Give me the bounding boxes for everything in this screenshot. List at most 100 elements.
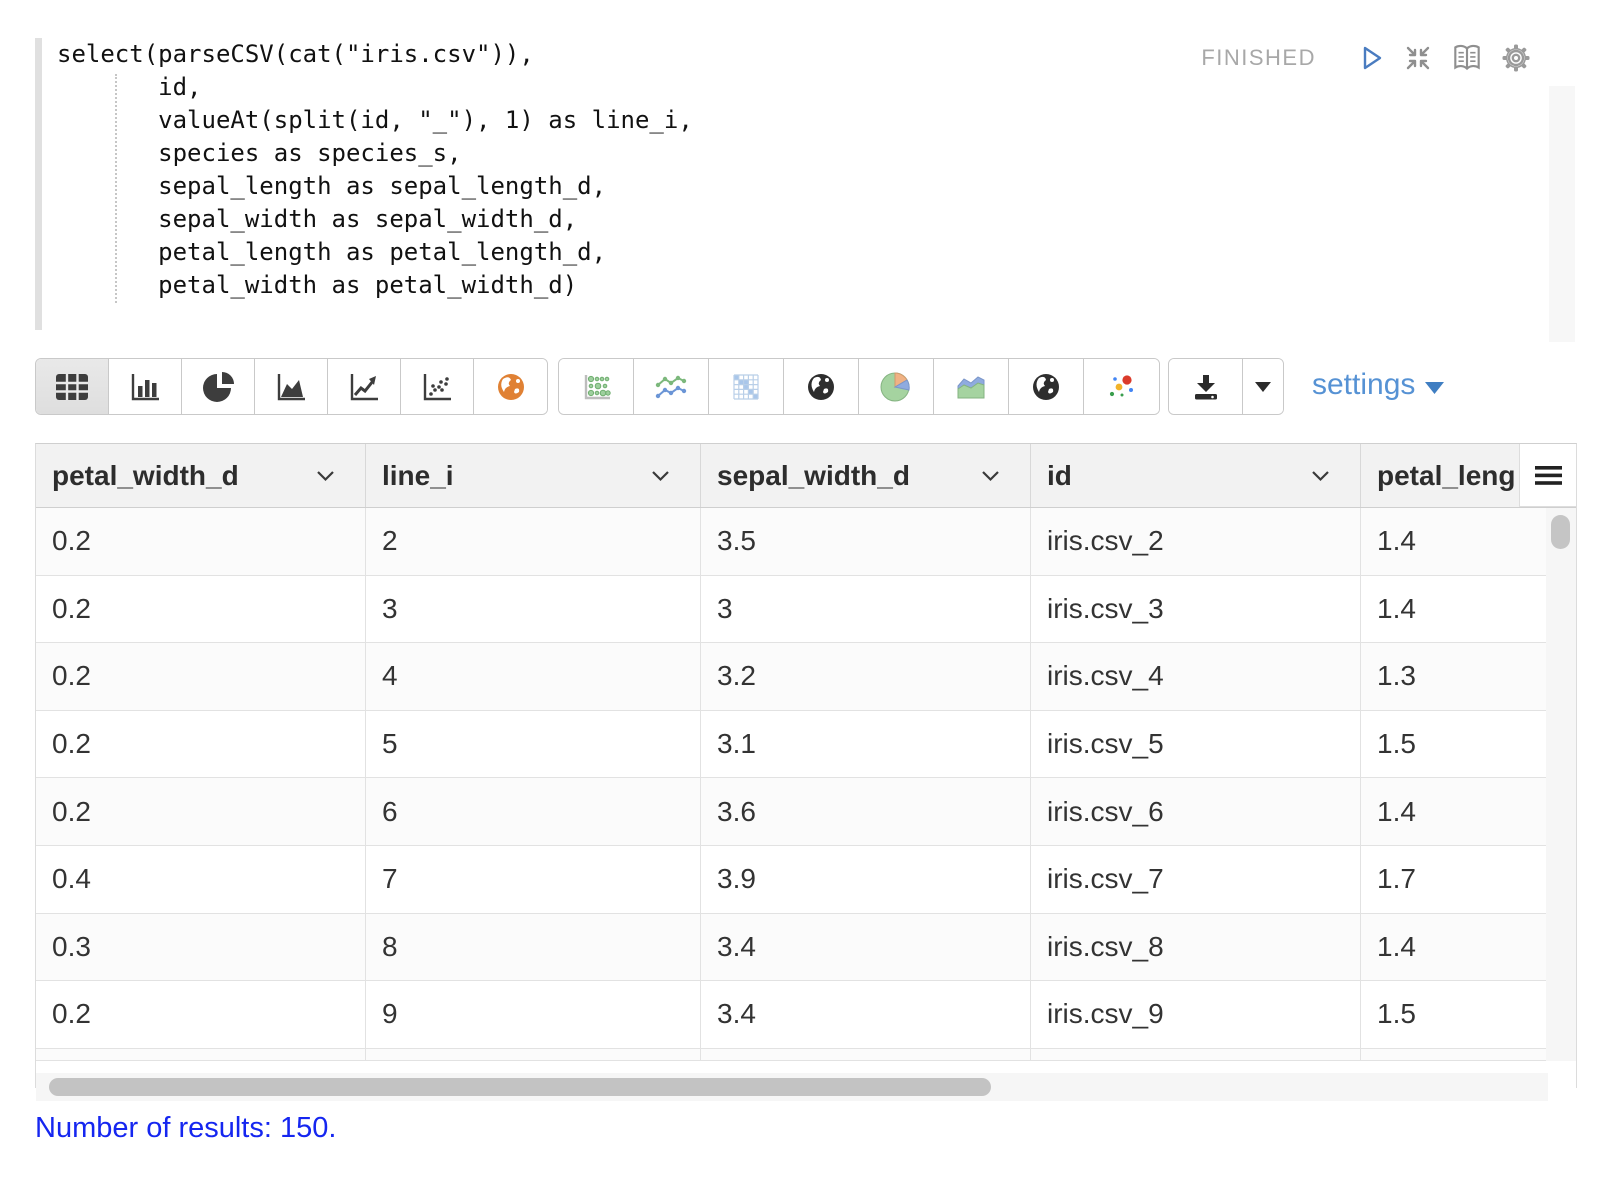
scatter-color-button[interactable] — [1084, 359, 1159, 414]
table-cell: 0.2 — [36, 576, 366, 643]
column-header-sepal_width_d[interactable]: sepal_width_d — [701, 444, 1031, 507]
table-body: 0.223.5iris.csv_21.40.233iris.csv_31.40.… — [36, 508, 1548, 1049]
column-header-petal_width_d[interactable]: petal_width_d — [36, 444, 366, 507]
code-editor[interactable]: select(parseCSV(cat("iris.csv")), id, va… — [35, 26, 1577, 348]
visualization-toolbar: settings — [35, 358, 1577, 415]
table-cell: iris.csv_7 — [1031, 846, 1361, 913]
play-icon[interactable] — [1356, 43, 1386, 73]
table-cell: 1.4 — [1361, 508, 1548, 575]
hamburger-icon — [1535, 466, 1562, 485]
table-row: 0.233iris.csv_31.4 — [36, 576, 1548, 644]
gear-icon[interactable] — [1500, 42, 1532, 74]
table-cell: iris.csv_5 — [1031, 711, 1361, 778]
world-map-orange-button[interactable] — [474, 359, 547, 414]
chevron-down-icon — [651, 470, 670, 482]
table-row: 0.243.2iris.csv_41.3 — [36, 643, 1548, 711]
table-cell: 1.4 — [1361, 576, 1548, 643]
download-group — [1168, 358, 1284, 415]
table-cell: iris.csv_8 — [1031, 914, 1361, 981]
bubble-grid-button[interactable] — [559, 359, 634, 414]
table-cell: iris.csv_9 — [1031, 981, 1361, 1048]
table-cell: 7 — [366, 846, 701, 913]
table-cell: 6 — [366, 778, 701, 845]
table-cell: 0.2 — [36, 711, 366, 778]
table-cell: 5 — [366, 711, 701, 778]
chevron-down-icon — [981, 470, 1000, 482]
table-cell: iris.csv_2 — [1031, 508, 1361, 575]
table-cell: 3.1 — [701, 711, 1031, 778]
horizontal-scrollbar-thumb[interactable] — [49, 1078, 991, 1096]
vertical-scrollbar-track[interactable] — [1546, 508, 1576, 1061]
columns-menu-button[interactable] — [1519, 444, 1576, 507]
table-row: 0.383.4iris.csv_81.4 — [36, 914, 1548, 982]
table-cell: 3.5 — [701, 508, 1031, 575]
download-button[interactable] — [1169, 359, 1243, 414]
globe-map-button[interactable] — [784, 359, 859, 414]
settings-link[interactable]: settings — [1312, 368, 1444, 402]
scatter-plot-button[interactable] — [401, 359, 474, 414]
table-cell: 1.4 — [1361, 778, 1548, 845]
table-cell: 4 — [366, 643, 701, 710]
table-cell: 0.4 — [36, 846, 366, 913]
pie-chart-color-button[interactable] — [859, 359, 934, 414]
table-cell: 3.6 — [701, 778, 1031, 845]
table-cell: 9 — [366, 981, 701, 1048]
table-cell: 0.2 — [36, 981, 366, 1048]
editor-gutter — [35, 38, 42, 330]
result-table: petal_width_d line_i sepal_width_d id pe… — [35, 443, 1577, 1088]
download-caret-button[interactable] — [1243, 359, 1283, 414]
vertical-scrollbar-thumb[interactable] — [1551, 515, 1570, 549]
chevron-down-icon — [1311, 470, 1330, 482]
results-count-text: Number of results: 150. — [35, 1112, 336, 1145]
table-cell: 0.2 — [36, 643, 366, 710]
table-row: 0.473.9iris.csv_71.7 — [36, 846, 1548, 914]
area-chart-button[interactable] — [255, 359, 328, 414]
table-cell: 1.7 — [1361, 846, 1548, 913]
settings-label: settings — [1312, 368, 1415, 402]
status-badge: FINISHED — [1201, 45, 1316, 71]
bar-chart-button[interactable] — [109, 359, 182, 414]
heatmap-grid-button[interactable] — [709, 359, 784, 414]
pie-chart-button[interactable] — [182, 359, 255, 414]
table-row: 0.263.6iris.csv_61.4 — [36, 778, 1548, 846]
book-icon[interactable] — [1450, 42, 1484, 74]
chart-type-group-1 — [35, 358, 548, 415]
column-label: sepal_width_d — [717, 460, 910, 492]
column-label: petal_width_d — [52, 460, 239, 492]
shrink-icon[interactable] — [1402, 42, 1434, 74]
table-row: 0.223.5iris.csv_21.4 — [36, 508, 1548, 576]
table-cell: 3.4 — [701, 914, 1031, 981]
table-header-row: petal_width_d line_i sepal_width_d id pe… — [36, 444, 1576, 508]
table-cell: 1.5 — [1361, 711, 1548, 778]
table-cell: 1.4 — [1361, 914, 1548, 981]
table-cell: 0.2 — [36, 778, 366, 845]
table-cell: 2 — [366, 508, 701, 575]
chevron-down-icon — [316, 470, 335, 482]
table-cell: 0.2 — [36, 508, 366, 575]
scrollbar-corner — [1546, 1061, 1576, 1089]
column-label: id — [1047, 460, 1072, 492]
table-row-partial — [36, 1049, 1576, 1061]
table-button[interactable] — [36, 359, 109, 414]
table-cell: 3.9 — [701, 846, 1031, 913]
table-cell: 3.2 — [701, 643, 1031, 710]
table-cell: 3 — [701, 576, 1031, 643]
table-cell: 1.5 — [1361, 981, 1548, 1048]
table-cell: iris.csv_4 — [1031, 643, 1361, 710]
code-block[interactable]: select(parseCSV(cat("iris.csv")), id, va… — [57, 38, 693, 302]
paragraph-status-row: FINISHED — [1201, 42, 1532, 74]
table-cell: 3.4 — [701, 981, 1031, 1048]
chart-type-group-2 — [558, 358, 1160, 415]
globe-map-2-button[interactable] — [1009, 359, 1084, 414]
table-row: 0.253.1iris.csv_51.5 — [36, 711, 1548, 779]
area-chart-color-button[interactable] — [934, 359, 1009, 414]
settings-caret-icon — [1425, 368, 1444, 402]
column-header-line_i[interactable]: line_i — [366, 444, 701, 507]
column-label: petal_leng — [1377, 460, 1515, 492]
editor-scrollbar-track[interactable] — [1549, 86, 1575, 342]
table-cell: 3 — [366, 576, 701, 643]
column-header-id[interactable]: id — [1031, 444, 1361, 507]
horizontal-scrollbar-track[interactable] — [36, 1073, 1548, 1101]
line-chart-button[interactable] — [328, 359, 401, 414]
multi-line-chart-button[interactable] — [634, 359, 709, 414]
